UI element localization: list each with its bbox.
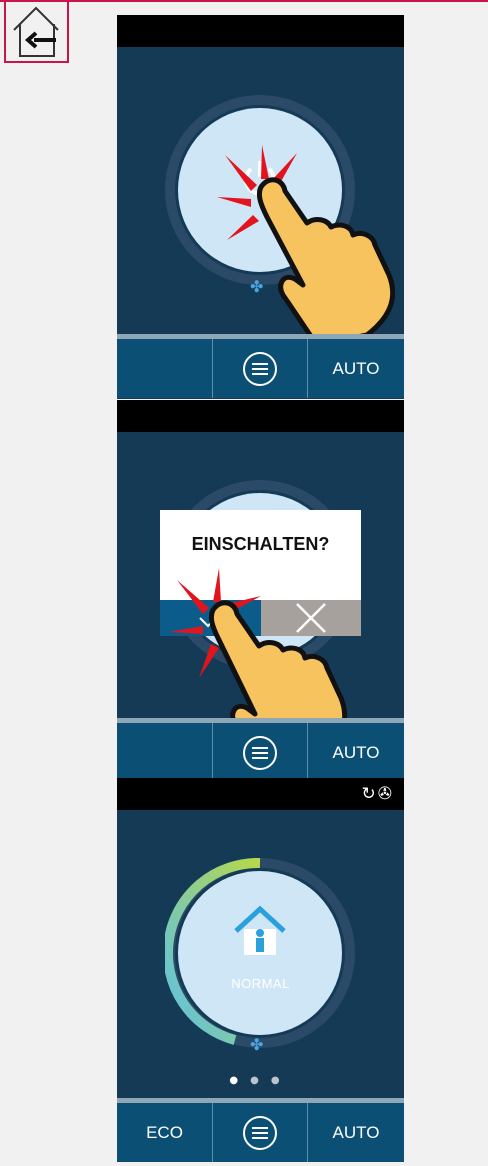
house-person-icon [234, 905, 286, 955]
auto-button[interactable]: AUTO [308, 1103, 404, 1162]
status-bar [117, 15, 404, 47]
page-indicator: ●●● [117, 1075, 404, 1086]
status-icons: ↻✇ [362, 784, 395, 804]
page-dot-active[interactable]: ● [229, 1075, 250, 1086]
panel-step-1: ✤ AUTO [117, 15, 404, 399]
auto-button[interactable]: AUTO [308, 723, 404, 782]
dialog-title: EINSCHALTEN? [191, 534, 330, 554]
menu-lines-icon [243, 1115, 277, 1150]
menu-lines-icon [243, 735, 277, 770]
menu-lines-icon [243, 351, 277, 386]
auto-button[interactable]: AUTO [308, 339, 404, 398]
bottom-bar: AUTO [117, 334, 404, 398]
status-bar [117, 400, 404, 432]
menu-button[interactable] [212, 723, 308, 782]
page-dot[interactable]: ● [271, 1075, 292, 1086]
menu-button[interactable] [212, 339, 308, 398]
panel-step-2: EINSCHALTEN? AUTO [117, 400, 404, 782]
bottom-bar: AUTO [117, 718, 404, 782]
bottom-left-button[interactable] [117, 723, 212, 782]
bottom-left-button[interactable] [117, 339, 212, 398]
status-bar: ↻✇ [117, 778, 404, 810]
mode-label: NORMAL [231, 976, 290, 991]
tap-hand-icon [217, 145, 396, 345]
menu-button[interactable] [212, 1103, 308, 1162]
panel-step-3: ↻✇ NORMAL ✤ ●●● ECO AUTO [117, 778, 404, 1162]
home-back-arrow-icon [13, 6, 59, 57]
bottom-bar: ECO AUTO [117, 1098, 404, 1162]
refresh-icon: ↻ [361, 784, 378, 804]
eco-button[interactable]: ECO [117, 1103, 212, 1162]
home-back-button[interactable] [4, 0, 69, 63]
fan-status-icon: ✇ [377, 784, 394, 804]
page-dot[interactable]: ● [250, 1075, 271, 1086]
top-accent-line [0, 0, 488, 2]
fan-icon: ✤ [250, 1035, 264, 1054]
